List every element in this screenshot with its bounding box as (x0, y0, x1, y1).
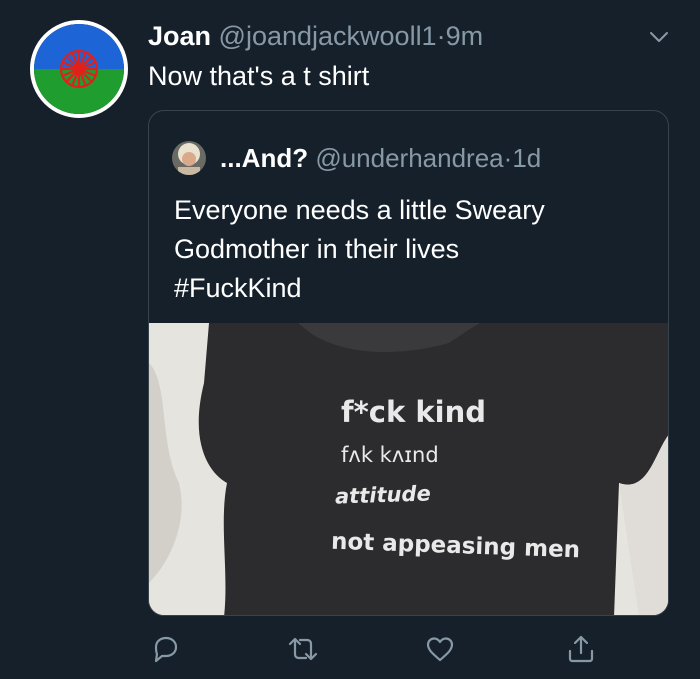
author-handle[interactable]: @joandjackwooll1 (219, 21, 437, 51)
quoted-author-avatar (172, 141, 206, 175)
quoted-tweet-header: ...And? @underhandrea·1d (172, 141, 541, 175)
quoted-author-handle[interactable]: @underhandrea (315, 143, 503, 173)
tweet-header: Joan @joandjackwooll1·9m (148, 18, 680, 54)
retweet-icon (288, 637, 318, 661)
shirt-text-line: f*ck kind (341, 395, 486, 429)
heart-icon (426, 637, 454, 662)
quoted-author-name[interactable]: ...And? (220, 143, 308, 173)
quoted-tweet-card[interactable]: ...And? @underhandrea·1d Everyone needs … (148, 110, 669, 616)
tweet-text: Now that's a t shirt (148, 61, 370, 91)
quoted-tweet-timestamp[interactable]: 1d (512, 143, 541, 173)
romani-flag-avatar-icon (34, 24, 124, 114)
like-button[interactable] (423, 632, 457, 666)
reply-icon (154, 636, 178, 663)
reply-button[interactable] (148, 632, 182, 666)
person-avatar-icon (172, 141, 206, 175)
separator-dot: · (503, 143, 513, 173)
shirt-text-line: attitude (334, 481, 432, 509)
chevron-down-icon (650, 32, 668, 42)
share-icon (568, 635, 594, 663)
separator-dot: · (436, 21, 446, 51)
quoted-tweet-text: Everyone needs a little Sweary Godmother… (174, 191, 644, 308)
quoted-tweet-image[interactable]: f*ck kind fʌk kʌɪnd attitude not appeasi… (149, 323, 668, 615)
shirt-text-line: fʌk kʌɪnd (341, 443, 439, 467)
more-options-button[interactable] (648, 26, 670, 48)
hashtag-link[interactable]: #FuckKind (174, 269, 644, 308)
tweet-actions (148, 632, 618, 668)
author-avatar[interactable] (30, 20, 128, 118)
share-button[interactable] (564, 632, 598, 666)
quoted-text-line: Everyone needs a little Sweary (174, 195, 545, 225)
quoted-text-line: Godmother in their lives (174, 234, 460, 264)
tshirt-photo (149, 323, 668, 615)
retweet-button[interactable] (286, 632, 320, 666)
author-name[interactable]: Joan (148, 21, 211, 51)
tweet-timestamp[interactable]: 9m (446, 21, 484, 51)
